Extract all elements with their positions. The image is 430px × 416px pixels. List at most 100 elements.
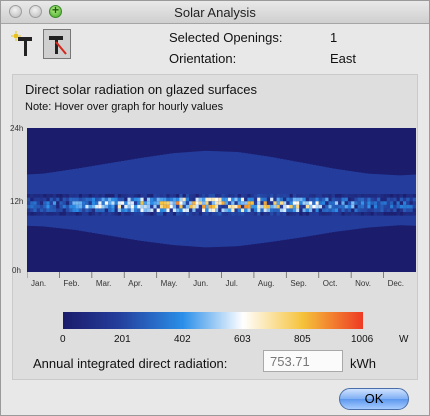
radiation-cell bbox=[357, 212, 362, 216]
radiation-cell bbox=[150, 208, 154, 212]
radiation-cell bbox=[169, 197, 174, 202]
radiation-cell bbox=[305, 204, 310, 209]
radiation-cell bbox=[351, 194, 355, 198]
radiation-cell bbox=[172, 204, 177, 209]
radiation-cell bbox=[257, 201, 261, 205]
radiation-cell bbox=[176, 197, 180, 202]
radiation-cell bbox=[72, 204, 77, 209]
month-label: Mar. bbox=[95, 279, 112, 288]
radiation-cell bbox=[65, 197, 70, 202]
radiation-cell bbox=[130, 204, 135, 209]
radiation-cell bbox=[351, 208, 355, 212]
radiation-cell bbox=[172, 201, 177, 205]
radiation-cell bbox=[185, 201, 190, 205]
radiation-cell bbox=[224, 208, 229, 212]
radiation-cell bbox=[380, 204, 384, 209]
radiation-cell bbox=[88, 194, 93, 198]
ok-button[interactable]: OK bbox=[339, 388, 409, 410]
radiation-cell bbox=[331, 201, 336, 205]
radiation-cell bbox=[114, 204, 119, 209]
radiation-cell bbox=[244, 197, 248, 202]
radiation-cell bbox=[406, 212, 410, 216]
radiation-cell bbox=[114, 194, 119, 198]
radiation-cell bbox=[231, 194, 235, 198]
radiation-cell bbox=[266, 204, 271, 209]
radiation-cell bbox=[52, 201, 57, 205]
radiation-cell bbox=[59, 194, 64, 198]
radiation-cell bbox=[260, 208, 265, 212]
radiation-cell bbox=[334, 212, 339, 216]
radiation-cell bbox=[95, 212, 99, 216]
radiation-cell bbox=[159, 197, 164, 202]
radiation-cell bbox=[273, 208, 278, 212]
radiation-cell bbox=[338, 204, 342, 209]
radiation-cell bbox=[163, 197, 167, 202]
legend-tick-label: 402 bbox=[174, 334, 191, 345]
radiation-cell bbox=[370, 208, 375, 212]
radiation-cell bbox=[185, 194, 190, 198]
radiation-cell bbox=[46, 197, 51, 202]
radiation-cell bbox=[234, 208, 239, 212]
radiation-cell bbox=[318, 201, 323, 205]
radiation-cell bbox=[75, 201, 80, 205]
radiation-cell bbox=[159, 212, 164, 216]
radiation-cell bbox=[146, 208, 151, 212]
radiation-cell bbox=[143, 201, 148, 205]
radiation-cell bbox=[59, 201, 64, 205]
radiation-cell bbox=[234, 194, 239, 198]
radiation-cell bbox=[289, 204, 294, 209]
radiation-cell bbox=[263, 201, 268, 205]
radiation-cell bbox=[399, 212, 404, 216]
radiation-cell bbox=[153, 208, 158, 212]
sun-tool-button[interactable] bbox=[10, 29, 38, 59]
radiation-cell bbox=[140, 194, 145, 198]
radiation-cell bbox=[309, 197, 313, 202]
radiation-cell bbox=[341, 197, 346, 202]
radiation-cell bbox=[182, 212, 187, 216]
radiation-cell bbox=[49, 212, 54, 216]
radiation-cell bbox=[406, 194, 410, 198]
radiation-cell bbox=[305, 197, 310, 202]
radiation-cell bbox=[88, 212, 93, 216]
radiation-cell bbox=[78, 194, 83, 198]
radiation-cell bbox=[279, 212, 284, 216]
radiation-cell bbox=[364, 197, 368, 202]
radiation-cell bbox=[202, 194, 206, 198]
radiation-cell bbox=[218, 201, 222, 205]
radiation-cell bbox=[130, 212, 135, 216]
radiation-cell bbox=[266, 194, 271, 198]
radiation-cell bbox=[270, 201, 274, 205]
radiation-cell bbox=[367, 204, 372, 209]
radiation-cell bbox=[253, 201, 258, 205]
radiation-cell bbox=[380, 197, 384, 202]
radiation-cell bbox=[292, 201, 297, 205]
shadow-tool-button[interactable] bbox=[43, 29, 71, 59]
radiation-cell bbox=[292, 204, 297, 209]
radiation-cell bbox=[263, 197, 268, 202]
radiation-cell bbox=[334, 204, 339, 209]
radiation-cell bbox=[146, 201, 151, 205]
radiation-cell bbox=[211, 212, 216, 216]
radiation-cell bbox=[211, 194, 216, 198]
radiation-cell bbox=[406, 197, 410, 202]
radiation-cell bbox=[386, 204, 391, 209]
radiation-heatmap[interactable] bbox=[27, 128, 416, 272]
color-scale-legend bbox=[63, 312, 363, 329]
radiation-cell bbox=[127, 201, 132, 205]
radiation-cell bbox=[386, 197, 391, 202]
radiation-cell bbox=[133, 197, 138, 202]
radiation-cell bbox=[240, 212, 245, 216]
radiation-cell bbox=[98, 201, 102, 205]
radiation-cell bbox=[331, 194, 336, 198]
radiation-cell bbox=[146, 212, 151, 216]
radiation-cell bbox=[270, 194, 274, 198]
radiation-cell bbox=[263, 204, 268, 209]
radiation-cell bbox=[312, 201, 316, 205]
radiation-cell bbox=[189, 201, 193, 205]
radiation-cell bbox=[43, 212, 47, 216]
radiation-cell bbox=[156, 197, 161, 202]
radiation-cell bbox=[270, 212, 274, 216]
radiation-cell bbox=[260, 201, 265, 205]
radiation-cell bbox=[205, 204, 209, 209]
radiation-cell bbox=[143, 194, 148, 198]
